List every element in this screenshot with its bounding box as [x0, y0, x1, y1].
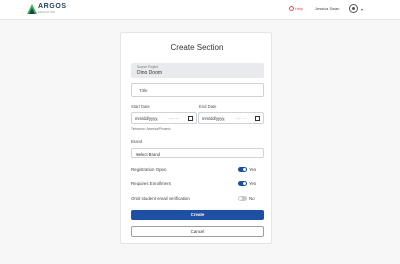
requires-enrollment-state: Yes — [249, 181, 257, 186]
source-project-field: Source Project Dino Doom — [131, 63, 264, 78]
create-button[interactable]: Create — [131, 210, 264, 220]
user-name: Jessica Swan — [315, 6, 340, 11]
start-date-placeholder: mm/dd/yyyy, — [135, 116, 159, 121]
source-project-value: Dino Doom — [137, 70, 163, 76]
start-date-input[interactable]: mm/dd/yyyy, --:-- -- — [131, 112, 197, 124]
avatar[interactable] — [349, 4, 358, 13]
registration-open-toggle[interactable] — [238, 167, 247, 172]
end-date-input[interactable]: mm/dd/yyyy, --:-- -- — [198, 112, 264, 124]
help-link[interactable]: Help — [289, 6, 303, 11]
create-section-card: Create Section Source Project Dino Doom … — [120, 32, 272, 244]
cancel-button[interactable]: Cancel — [131, 226, 264, 237]
brand-select[interactable]: Select Brand ⌄ — [131, 148, 264, 158]
logo-subtext: EDUCATION — [38, 11, 56, 14]
logo-mark-icon — [27, 4, 37, 14]
start-time-placeholder: --:-- -- — [168, 116, 179, 121]
start-date-label: Start Date — [131, 104, 150, 109]
page-title: Create Section — [170, 43, 224, 52]
requires-enrollment-toggle[interactable] — [238, 181, 247, 186]
registration-open-state: Yes — [249, 167, 257, 172]
help-icon — [289, 6, 294, 11]
end-date-label: End Date — [199, 104, 217, 109]
brand-label: Brand — [131, 139, 143, 144]
omit-verification-state: No — [249, 196, 255, 201]
chevron-down-icon[interactable]: ▾ — [361, 7, 363, 12]
source-project-label: Source Project — [137, 65, 158, 69]
requires-enrollment-label: Requires Enrollment — [131, 181, 171, 186]
timezone-note: Timezone: America/Phoenix — [131, 127, 171, 131]
end-date-placeholder: mm/dd/yyyy, — [202, 116, 226, 121]
chevron-down-icon: ⌄ — [136, 151, 140, 156]
top-bar: ARGOS EDUCATION Help Jessica Swan ▾ — [0, 0, 400, 20]
omit-verification-label: Omit student email verification — [131, 196, 190, 201]
omit-verification-toggle[interactable] — [238, 196, 247, 201]
calendar-icon[interactable] — [255, 116, 260, 121]
title-placeholder: Title — [139, 88, 148, 93]
end-time-placeholder: --:-- -- — [235, 116, 246, 121]
registration-open-label: Registration Open — [131, 167, 167, 172]
title-input[interactable]: Title — [131, 83, 264, 97]
argos-logo[interactable]: ARGOS EDUCATION — [27, 3, 73, 17]
logo-text: ARGOS — [38, 3, 67, 10]
help-label: Help — [295, 6, 304, 11]
calendar-icon[interactable] — [188, 116, 193, 121]
